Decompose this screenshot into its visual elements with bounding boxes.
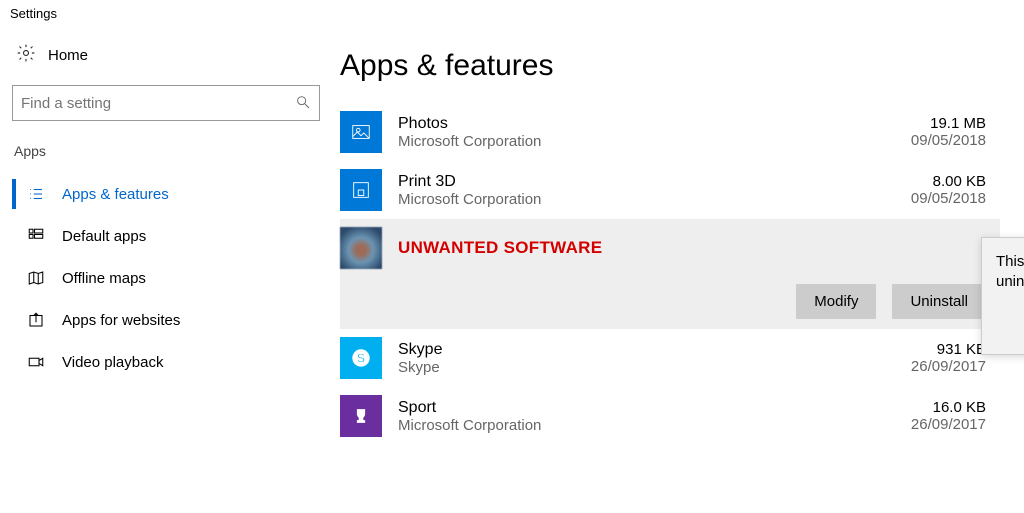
app-row-photos[interactable]: Photos Microsoft Corporation 19.1 MB 09/… [340,103,1000,161]
map-icon [26,269,46,287]
app-name: Photos [398,115,866,133]
app-publisher: Skype [398,359,866,376]
sidebar-item-label: Apps & features [62,186,169,203]
search-icon [295,94,311,113]
sidebar-section-label: Apps [14,143,340,159]
sidebar-item-offline-maps[interactable]: Offline maps [12,257,340,299]
sidebar: Home Apps Apps & features Default apps [0,27,340,513]
app-row-skype[interactable]: S Skype Skype 931 KB 26/09/2017 [340,329,1000,387]
sidebar-item-video-playback[interactable]: Video playback [12,341,340,383]
app-date: 26/09/2017 [866,416,986,433]
app-publisher: Microsoft Corporation [398,133,866,150]
main-panel: Apps & features Photos Microsoft Corpora… [340,27,1024,513]
photos-icon [340,111,382,153]
grid-icon [26,227,46,245]
video-icon [26,353,46,371]
popup-message: This app and its related info will be un… [996,252,1024,293]
app-size: 19.1 MB [866,115,986,132]
sidebar-item-label: Offline maps [62,270,146,287]
page-title: Apps & features [340,49,1000,83]
list-icon [26,185,46,203]
unknown-app-icon [340,227,382,269]
layout: Home Apps Apps & features Default apps [0,27,1024,513]
export-icon [26,311,46,329]
app-date: 26/09/2017 [866,358,986,375]
sidebar-item-label: Default apps [62,228,146,245]
gear-icon [16,43,36,67]
skype-icon: S [340,337,382,379]
sidebar-item-label: Apps for websites [62,312,180,329]
app-row-print3d[interactable]: Print 3D Microsoft Corporation 8.00 KB 0… [340,161,1000,219]
app-list: Photos Microsoft Corporation 19.1 MB 09/… [340,103,1000,445]
modify-button[interactable]: Modify [796,284,876,319]
uninstall-confirmation-popup: This app and its related info will be un… [981,237,1024,355]
search-box[interactable] [12,85,320,121]
app-size: 931 KB [866,341,986,358]
app-name: Sport [398,399,866,417]
sidebar-item-label: Video playback [62,354,163,371]
sidebar-item-apps-features[interactable]: Apps & features [12,173,340,215]
app-size: 16.0 KB [866,399,986,416]
window-title: Settings [0,0,1024,27]
home-label: Home [48,47,88,64]
home-nav[interactable]: Home [12,37,340,85]
app-row-sport[interactable]: Sport Microsoft Corporation 16.0 KB 26/0… [340,387,1000,445]
search-input[interactable] [21,95,295,112]
app-name: Print 3D [398,173,866,191]
app-publisher: Microsoft Corporation [398,191,866,208]
app-date: 09/05/2018 [866,190,986,207]
app-name: Skype [398,341,866,359]
print3d-icon [340,169,382,211]
app-size: 8.00 KB [866,173,986,190]
svg-text:S: S [357,351,366,366]
app-name: UNWANTED SOFTWARE [398,238,866,258]
sport-icon [340,395,382,437]
app-row-selected[interactable]: UNWANTED SOFTWARE Modify Uninstall [340,219,1000,329]
uninstall-button[interactable]: Uninstall [892,284,986,319]
app-date: 09/05/2018 [866,132,986,149]
sidebar-item-apps-websites[interactable]: Apps for websites [12,299,340,341]
app-publisher: Microsoft Corporation [398,417,866,434]
sidebar-item-default-apps[interactable]: Default apps [12,215,340,257]
